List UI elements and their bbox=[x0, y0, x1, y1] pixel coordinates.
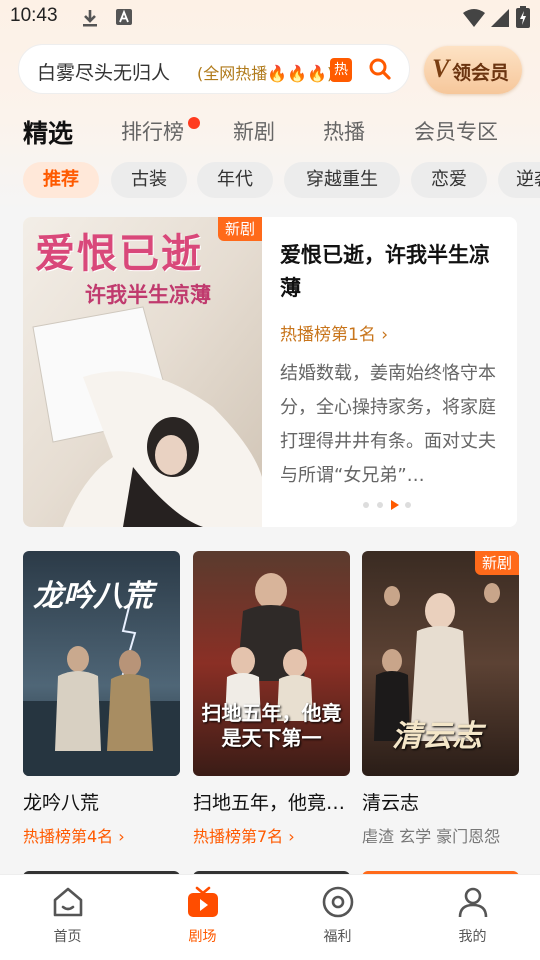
featured-poster[interactable]: 爱恨已逝 许我半生凉薄 新剧 bbox=[23, 217, 262, 527]
carousel-dot-active bbox=[391, 500, 399, 510]
drama-tags: 虐渣 玄学 豪门恩怨 bbox=[362, 827, 501, 846]
signal-icon bbox=[491, 9, 509, 27]
drama-poster[interactable]: 扫地五年，他竟是天下第一 bbox=[193, 551, 350, 776]
featured-description: 结婚数载，姜南始终恪守本分，全心操持家务，将家庭打理得井井有条。面对丈夫与所谓“… bbox=[280, 363, 496, 486]
download-icon bbox=[83, 10, 97, 27]
vip-label: 领会员 bbox=[452, 62, 510, 84]
theater-icon bbox=[187, 886, 218, 917]
chip-romance[interactable]: 恋爱 bbox=[411, 162, 487, 198]
vip-v-icon: V bbox=[432, 54, 450, 83]
vip-button[interactable]: V 领会员 bbox=[424, 46, 522, 94]
search-query[interactable]: 白雾尽头无归人 bbox=[37, 58, 170, 85]
hot-badge: 热 bbox=[330, 58, 352, 82]
tab-vip-zone[interactable]: 会员专区 bbox=[414, 116, 498, 146]
drama-card[interactable]: 扫地五年，他竟是天下第一 扫地五年，他竟… 热播榜第7名 › bbox=[193, 551, 350, 847]
nav-welfare[interactable]: 福利 bbox=[270, 875, 405, 960]
bottom-nav: 首页 剧场 福利 我的 bbox=[0, 874, 540, 960]
new-badge: 新剧 bbox=[474, 551, 519, 575]
featured-title[interactable]: 爱恨已逝，许我半生凉薄 bbox=[280, 239, 502, 305]
drama-title[interactable]: 扫地五年，他竟… bbox=[193, 788, 350, 815]
search-icon[interactable] bbox=[368, 57, 392, 81]
drama-card[interactable]: 龙吟八荒 龙吟八荒 热播榜第4名 › bbox=[23, 551, 180, 847]
chip-era[interactable]: 年代 bbox=[197, 162, 273, 198]
featured-poster-title: 爱恨已逝 bbox=[35, 230, 203, 277]
carousel-dot bbox=[363, 502, 369, 508]
poster-title: 龙吟八荒 bbox=[33, 579, 153, 614]
tab-hot[interactable]: 热播 bbox=[323, 116, 365, 146]
chip-time-travel[interactable]: 穿越重生 bbox=[284, 162, 400, 198]
drama-title[interactable]: 清云志 bbox=[362, 788, 519, 815]
featured-poster-subtitle: 许我半生凉薄 bbox=[85, 282, 211, 307]
tab-ranking[interactable]: 排行榜 bbox=[121, 116, 184, 146]
nav-label: 首页 bbox=[53, 929, 82, 945]
drama-rank-link[interactable]: 热播榜第4名 › bbox=[23, 823, 180, 847]
search-hot-text: (全网热播🔥🔥🔥) bbox=[197, 64, 334, 83]
poster-title: 扫地五年，他竟是天下第一 bbox=[201, 701, 342, 750]
chip-comeback[interactable]: 逆袭 bbox=[498, 162, 540, 198]
nav-theater[interactable]: 剧场 bbox=[135, 875, 270, 960]
nav-home[interactable]: 首页 bbox=[0, 875, 135, 960]
notification-dot bbox=[188, 117, 200, 129]
chip-recommend[interactable]: 推荐 bbox=[23, 162, 99, 198]
search-bar[interactable]: 白雾尽头无归人 (全网热播🔥🔥🔥) 热 bbox=[18, 44, 410, 94]
nav-label: 我的 bbox=[458, 929, 487, 945]
poster-title: 清云志 bbox=[392, 719, 482, 754]
tab-selected[interactable]: 精选 bbox=[23, 114, 73, 150]
nav-label: 福利 bbox=[323, 929, 352, 945]
drama-title[interactable]: 龙吟八荒 bbox=[23, 788, 180, 815]
nav-profile[interactable]: 我的 bbox=[405, 875, 540, 960]
drama-poster[interactable]: 新剧 清云志 bbox=[362, 551, 519, 776]
battery-icon bbox=[516, 6, 530, 28]
new-badge: 新剧 bbox=[217, 217, 262, 241]
app-notification-icon bbox=[116, 9, 132, 25]
featured-rank-link[interactable]: 热播榜第1名 › bbox=[280, 320, 388, 345]
wifi-icon bbox=[463, 9, 485, 27]
tab-new[interactable]: 新剧 bbox=[233, 116, 275, 146]
drama-card[interactable]: 新剧 清云志 清云志 虐渣 玄学 豪门恩怨 bbox=[362, 551, 519, 847]
drama-rank-link[interactable]: 热播榜第7名 › bbox=[193, 823, 350, 847]
status-bar: 10:43 bbox=[0, 0, 540, 36]
carousel-dot bbox=[405, 502, 411, 508]
welfare-icon bbox=[322, 886, 353, 918]
nav-label: 剧场 bbox=[188, 929, 217, 945]
carousel-dot bbox=[377, 502, 383, 508]
drama-poster[interactable]: 龙吟八荒 bbox=[23, 551, 180, 776]
featured-card[interactable]: 爱恨已逝 许我半生凉薄 新剧 爱恨已逝，许我半生凉薄 热播榜第1名 › 结婚数载… bbox=[23, 217, 517, 527]
status-time: 10:43 bbox=[10, 5, 58, 26]
profile-icon bbox=[458, 887, 487, 918]
chip-costume[interactable]: 古装 bbox=[111, 162, 187, 198]
home-icon bbox=[53, 887, 82, 917]
